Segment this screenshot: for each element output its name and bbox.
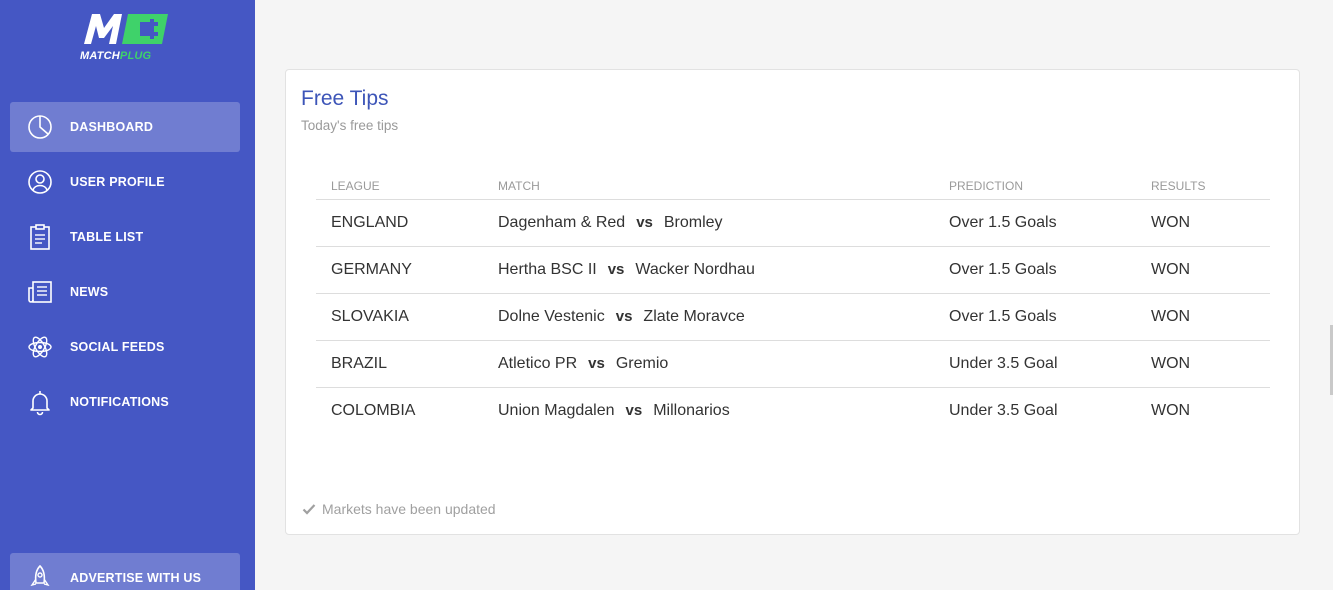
away-team: Gremio xyxy=(615,355,669,372)
sidebar-item-dashboard[interactable]: DASHBOARD xyxy=(10,102,240,152)
card-subtitle: Today's free tips xyxy=(301,118,399,133)
away-team: Zlate Moravce xyxy=(643,308,745,325)
match-cell: Union Magdalen vs Millonarios xyxy=(498,402,730,420)
atom-icon xyxy=(28,336,52,358)
sidebar-item-label: NOTIFICATIONS xyxy=(70,395,169,409)
result-cell: WON xyxy=(1151,402,1191,419)
prediction-cell: Under 3.5 Goal xyxy=(949,355,1058,372)
table-row[interactable]: GERMANY Hertha BSC II vs Wacker Nordhau Ov… xyxy=(316,247,1270,294)
user-icon xyxy=(28,170,52,194)
clipboard-icon xyxy=(30,224,50,250)
vs-label: vs xyxy=(607,261,625,278)
card-title: Free Tips xyxy=(301,87,389,110)
tips-table: LEAGUE MATCH PREDICTION RESULTS ENGLAND … xyxy=(316,170,1270,435)
sidebar-item-notifications[interactable]: NOTIFICATIONS xyxy=(10,377,240,427)
match-cell: Dolne Vestenic vs Zlate Moravce xyxy=(498,308,745,326)
away-team: Bromley xyxy=(663,214,723,231)
sidebar-item-label: SOCIAL FEEDS xyxy=(70,340,165,354)
prediction-cell: Over 1.5 Goals xyxy=(949,261,1057,278)
prediction-cell: Under 3.5 Goal xyxy=(949,402,1058,419)
result-cell: WON xyxy=(1151,261,1191,278)
column-header-league: LEAGUE xyxy=(331,179,380,193)
sidebar-item-label: TABLE LIST xyxy=(70,230,144,244)
match-cell: Hertha BSC II vs Wacker Nordhau xyxy=(498,261,755,279)
logo-mark-icon xyxy=(84,14,168,44)
vs-label: vs xyxy=(615,308,633,325)
column-header-results: RESULTS xyxy=(1151,179,1206,193)
table-row[interactable]: ENGLAND Dagenham & Red vs Bromley Over 1.5… xyxy=(316,200,1270,247)
home-team: Dolne Vestenic xyxy=(498,308,605,325)
bell-icon xyxy=(30,391,50,416)
matchplug-logo[interactable]: MATCHPLUG xyxy=(78,10,174,66)
home-team: Dagenham & Red xyxy=(498,214,626,231)
league-cell: BRAZIL xyxy=(331,355,388,372)
sidebar-item-user-profile[interactable]: USER PROFILE xyxy=(10,157,240,207)
rocket-icon xyxy=(30,564,50,587)
home-team: Atletico PR xyxy=(498,355,578,372)
league-cell: SLOVAKIA xyxy=(331,308,409,325)
footer-note-text: Markets have been updated xyxy=(322,501,496,517)
free-tips-card: Free Tips Today's free tips LEAGUE MATCH… xyxy=(285,69,1300,535)
sidebar-item-news[interactable]: NEWS xyxy=(10,267,240,317)
pie-chart-icon xyxy=(28,115,52,139)
sidebar-item-label: DASHBOARD xyxy=(70,120,154,134)
result-cell: WON xyxy=(1151,308,1191,325)
result-cell: WON xyxy=(1151,214,1191,231)
sidebar-item-social-feeds[interactable]: SOCIAL FEEDS xyxy=(10,322,240,372)
sidebar-item-advertise[interactable]: ADVERTISE WITH US xyxy=(10,553,240,590)
vs-label: vs xyxy=(636,214,653,231)
table-row[interactable]: SLOVAKIA Dolne Vestenic vs Zlate Moravce O… xyxy=(316,294,1270,341)
sidebar: MATCHPLUG DASHBOARD USER PROFILE TABLE L… xyxy=(0,0,255,590)
sidebar-item-label: USER PROFILE xyxy=(70,175,165,189)
table-row[interactable]: BRAZIL Atletico PR vs Gremio Under 3.5 Goa… xyxy=(316,341,1270,388)
away-team: Millonarios xyxy=(653,402,730,419)
newspaper-icon xyxy=(28,281,52,303)
match-cell: Dagenham & Red vs Bromley xyxy=(498,214,723,232)
home-team: Union Magdalen xyxy=(498,402,615,419)
check-icon xyxy=(302,504,316,515)
column-header-prediction: PREDICTION xyxy=(949,179,1024,193)
logo-wordmark: MATCHPLUG xyxy=(80,50,152,62)
league-cell: GERMANY xyxy=(331,261,412,278)
markets-updated-note: Markets have been updated xyxy=(302,501,496,517)
column-header-match: MATCH xyxy=(498,179,540,193)
sidebar-item-label: ADVERTISE WITH US xyxy=(70,571,202,585)
result-cell: WON xyxy=(1151,355,1191,372)
sidebar-item-label: NEWS xyxy=(70,285,109,299)
sidebar-item-table-list[interactable]: TABLE LIST xyxy=(10,212,240,262)
prediction-cell: Over 1.5 Goals xyxy=(949,214,1057,231)
prediction-cell: Over 1.5 Goals xyxy=(949,308,1057,325)
away-team: Wacker Nordhau xyxy=(635,261,755,278)
match-cell: Atletico PR vs Gremio xyxy=(498,355,668,373)
table-header: LEAGUE MATCH PREDICTION RESULTS xyxy=(316,170,1270,200)
home-team: Hertha BSC II xyxy=(498,261,597,278)
table-row[interactable]: COLOMBIA Union Magdalen vs Millonarios Und… xyxy=(316,388,1270,435)
league-cell: COLOMBIA xyxy=(331,402,416,419)
league-cell: ENGLAND xyxy=(331,214,409,231)
vs-label: vs xyxy=(588,355,605,372)
vs-label: vs xyxy=(625,402,643,419)
